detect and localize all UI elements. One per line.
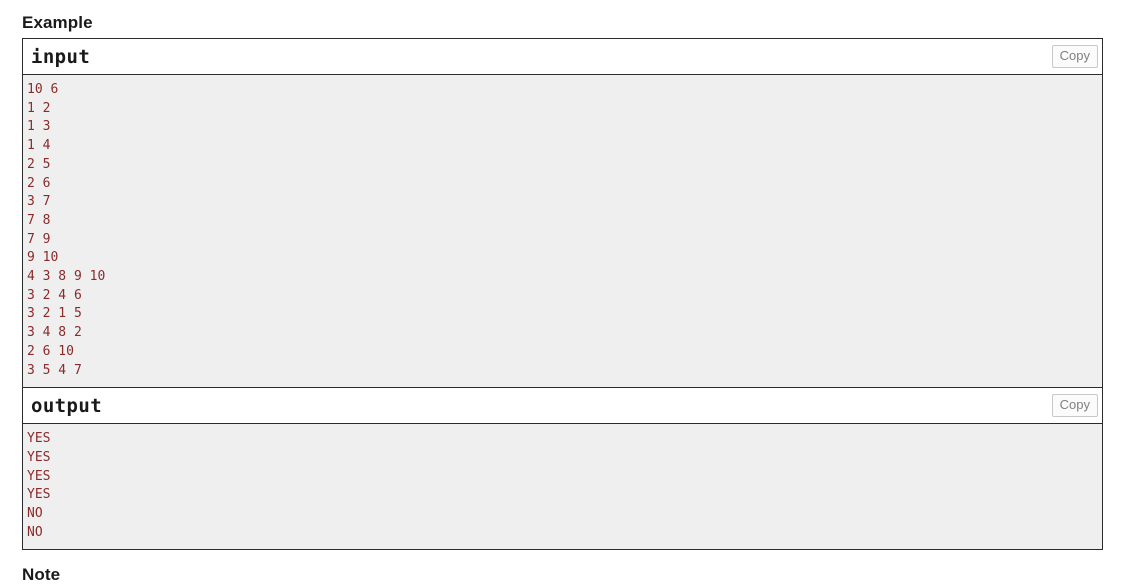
code-line: 3 2 4 6 [27, 287, 82, 303]
sample-tests-panel: input Copy 10 6 1 2 1 3 1 4 2 5 2 6 3 7 7 8 7 9 9… [22, 38, 1103, 551]
code-line: 1 4 [27, 138, 51, 154]
code-line: 10 6 [27, 82, 59, 97]
code-line: NO [27, 506, 43, 522]
code-line: NO [27, 524, 43, 540]
code-line: 3 2 1 5 [27, 306, 82, 322]
code-line: 3 7 [27, 194, 51, 210]
code-line: 2 6 [27, 175, 51, 191]
output-data: YES YES YES YES NO NO [23, 424, 1102, 550]
output-header: output Copy [23, 388, 1102, 425]
code-line: YES [27, 449, 51, 465]
code-line: 4 3 8 9 10 [27, 269, 106, 285]
code-line: 2 5 [27, 156, 51, 172]
code-line: YES [27, 468, 51, 484]
input-title: input [31, 46, 91, 68]
input-header: input Copy [23, 39, 1102, 75]
copy-input-button[interactable]: Copy [1051, 45, 1098, 68]
sample-test-input: input Copy 10 6 1 2 1 3 1 4 2 5 2 6 3 7 7 8 7 9 9… [23, 39, 1102, 388]
note-section-heading: Note [22, 565, 61, 584]
code-line: 3 4 8 2 [27, 325, 82, 341]
copy-output-button[interactable]: Copy [1051, 394, 1098, 418]
code-line: 7 9 [27, 231, 51, 247]
code-line: YES [27, 487, 51, 503]
code-line: 2 6 10 [27, 343, 74, 359]
code-line: 1 2 [27, 100, 51, 116]
sample-test-output: output Copy YES YES YES YES NO NO [23, 387, 1102, 550]
output-title: output [31, 395, 103, 418]
problem-example-page: Example input Copy 10 6 1 2 1 3 1 4 2 5 2 6 3 … [0, 0, 1128, 584]
code-line: 7 8 [27, 212, 51, 228]
code-line: 3 5 4 7 [27, 362, 82, 378]
code-line: YES [27, 431, 51, 447]
example-section-heading: Example [22, 13, 93, 32]
code-line: 1 3 [27, 119, 51, 135]
input-data: 10 6 1 2 1 3 1 4 2 5 2 6 3 7 7 8 7 9 9 10 4 3 8 9 … [23, 75, 1102, 388]
code-line: 9 10 [27, 250, 59, 266]
